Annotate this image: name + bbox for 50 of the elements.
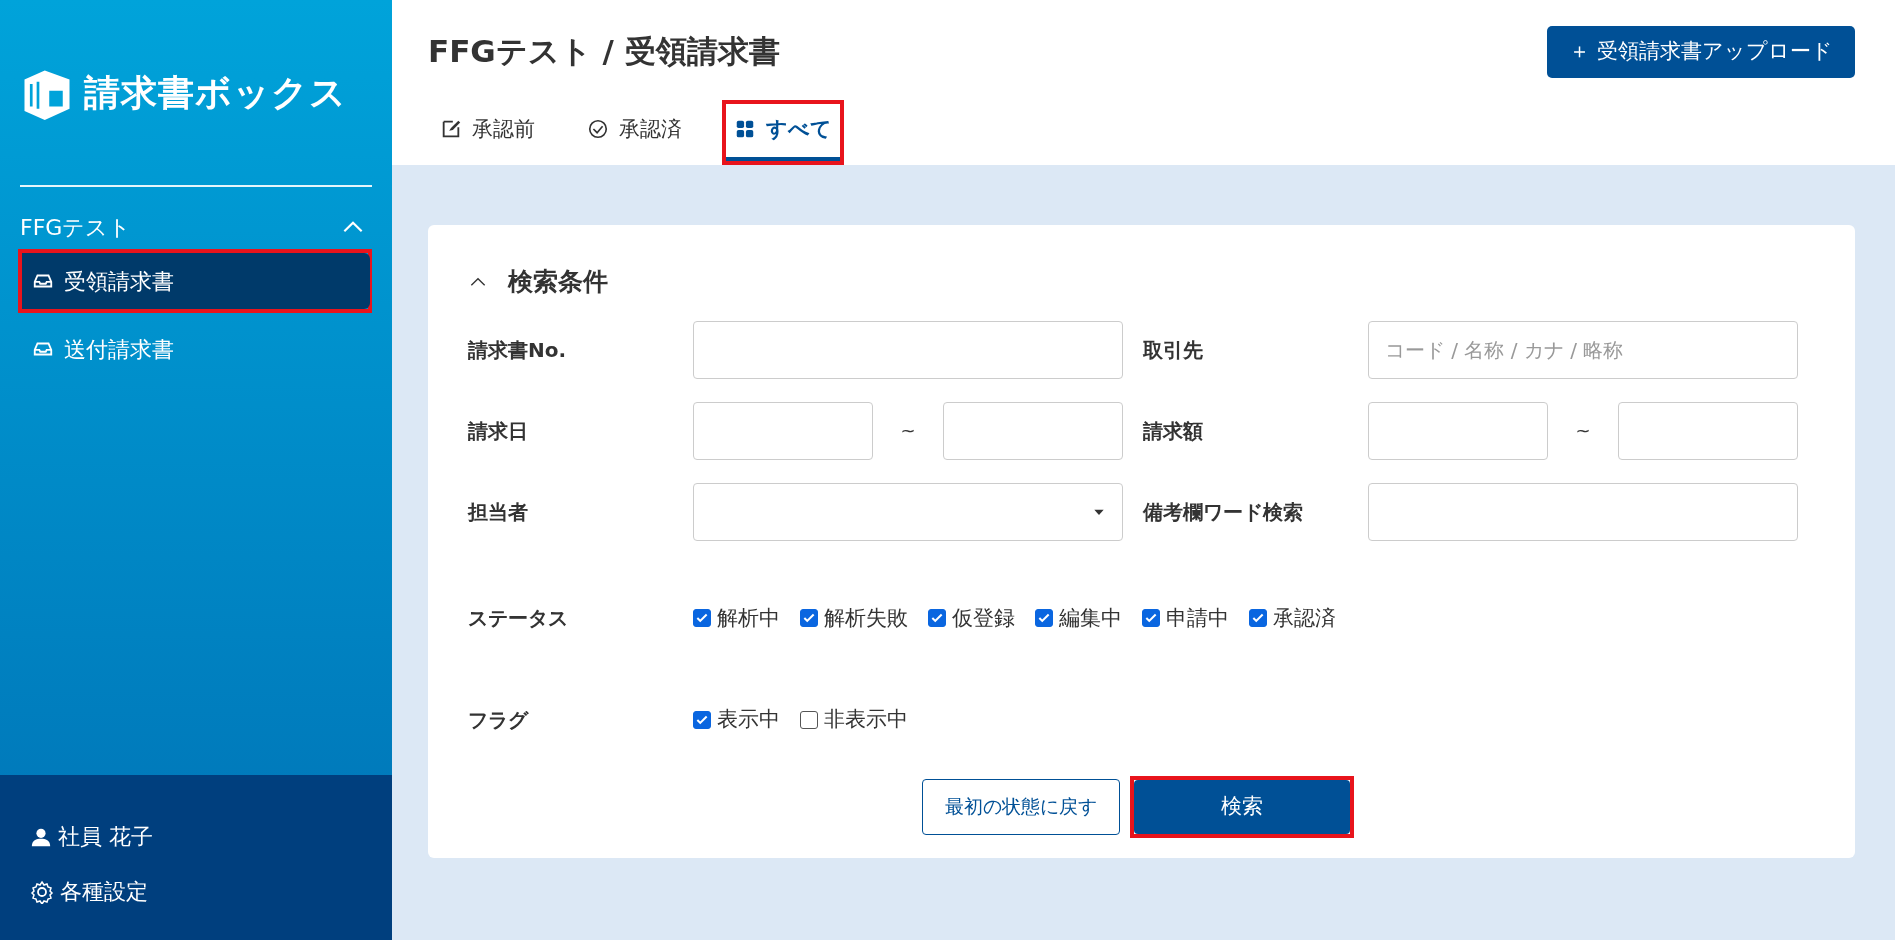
checkbox[interactable] xyxy=(693,609,711,628)
input-field[interactable] xyxy=(943,401,1123,460)
checkbox-label: 解析中 xyxy=(717,604,780,632)
checkbox-label: 編集中 xyxy=(1059,604,1122,632)
field-label: 取引先 xyxy=(1142,336,1204,364)
group-label: FFGテスト xyxy=(20,213,132,242)
select-field[interactable] xyxy=(693,482,1123,541)
tab[interactable]: 承認前 xyxy=(432,103,543,161)
checkbox[interactable] xyxy=(800,710,818,729)
field-label: 担当者 xyxy=(468,498,529,526)
field-label: 請求日 xyxy=(468,417,529,445)
field-label: 備考欄ワード検索 xyxy=(1142,498,1304,526)
range-separator: ~ xyxy=(1574,419,1592,443)
upload-button[interactable]: ＋ 受領請求書アップロード xyxy=(1547,26,1855,78)
tab[interactable]: 承認済 xyxy=(579,103,690,161)
field-label: 請求書No. xyxy=(468,336,568,364)
checkbox-label: 表示中 xyxy=(717,706,780,733)
panel-title: 検索条件 xyxy=(508,266,608,298)
sidebar-item[interactable]: 送付請求書 xyxy=(22,321,370,377)
checkbox[interactable] xyxy=(800,609,818,628)
settings-link[interactable]: 各種設定 xyxy=(30,875,362,908)
input-field[interactable] xyxy=(693,401,873,460)
checkbox[interactable] xyxy=(693,710,711,729)
user-name: 社員 花子 xyxy=(58,823,153,851)
logo-text: 請求書ボックス xyxy=(84,70,347,115)
checkbox-label: 承認済 xyxy=(1273,604,1336,632)
checkbox-label: 非表示中 xyxy=(824,706,908,733)
page-title: FFGテスト / 受領請求書 xyxy=(428,33,780,71)
checkbox[interactable] xyxy=(928,609,946,628)
input-field[interactable]: コード / 名称 / カナ / 略称 xyxy=(1368,320,1798,379)
input-field[interactable] xyxy=(1368,401,1548,460)
range-separator: ~ xyxy=(899,419,917,443)
search-button[interactable]: 検索 xyxy=(1133,779,1350,834)
checkbox-label: 解析失敗 xyxy=(824,604,908,632)
checkbox[interactable] xyxy=(1035,609,1053,628)
field-label: 請求額 xyxy=(1142,417,1204,445)
input-field[interactable] xyxy=(1368,482,1798,541)
input-field[interactable] xyxy=(693,320,1123,379)
tab[interactable]: すべて xyxy=(726,103,840,161)
sidebar-item[interactable]: 受領請求書 xyxy=(22,253,370,309)
settings-icon xyxy=(30,879,54,904)
checkbox[interactable] xyxy=(1142,609,1160,628)
input-field[interactable] xyxy=(1618,401,1798,460)
checkbox-label: 申請中 xyxy=(1166,604,1229,632)
checkbox-label: 仮登録 xyxy=(952,604,1015,632)
reset-button[interactable]: 最初の状態に戻す xyxy=(921,778,1120,835)
checkbox[interactable] xyxy=(1249,609,1267,628)
check-circle-icon xyxy=(587,118,609,141)
group-label: ステータス xyxy=(468,605,569,633)
group-label: フラグ xyxy=(468,706,530,734)
